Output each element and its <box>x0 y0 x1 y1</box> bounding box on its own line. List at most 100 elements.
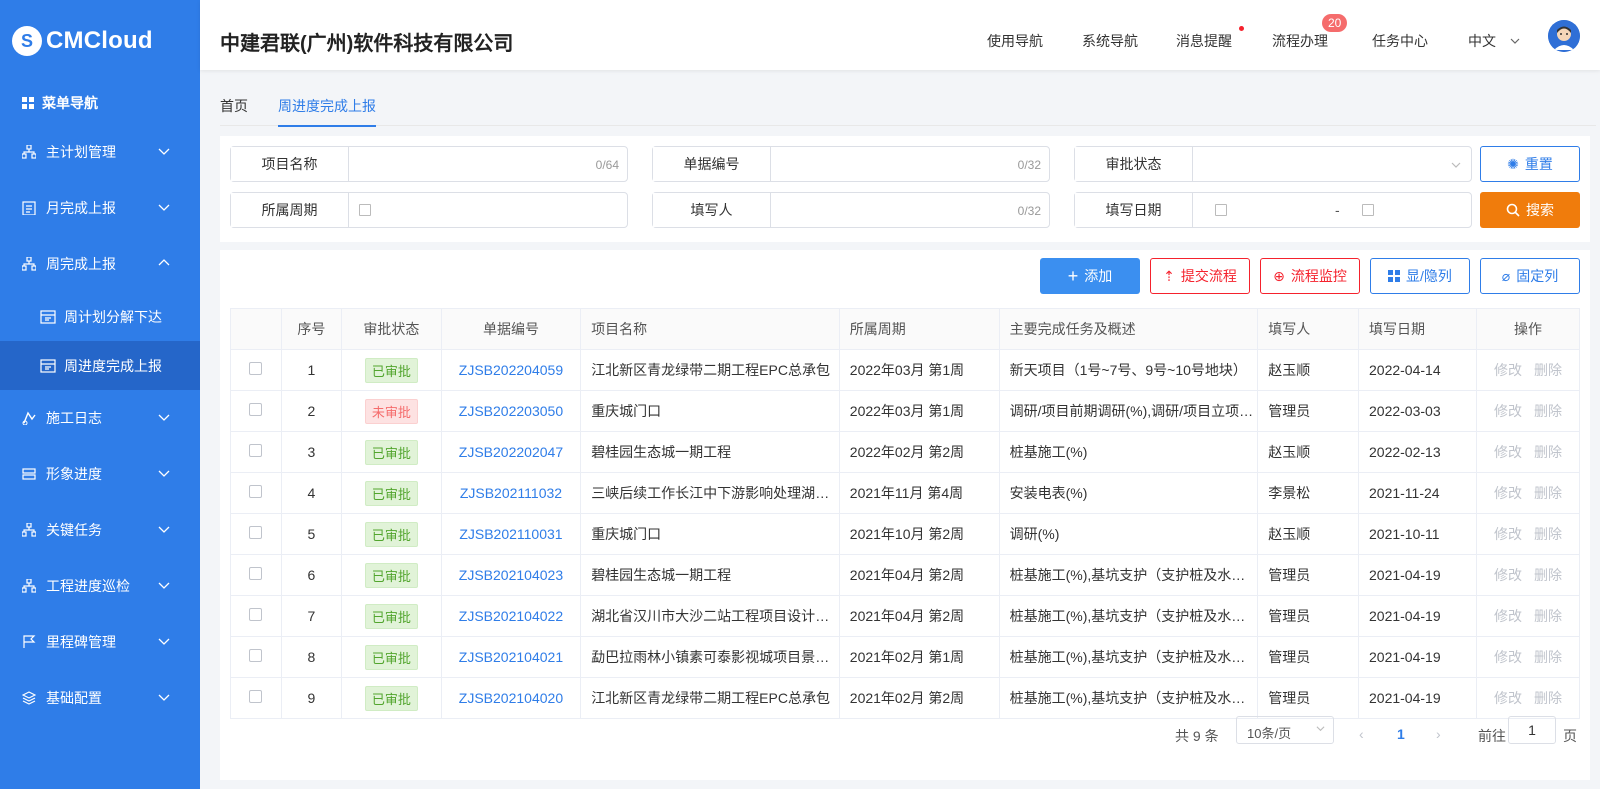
sidebar-item-2[interactable]: 周完成上报 <box>0 236 200 292</box>
doc-code-link[interactable]: ZJSB202104023 <box>459 567 563 583</box>
row-checkbox[interactable] <box>249 526 263 539</box>
sidebar-item-1[interactable]: 月完成上报 <box>0 180 200 236</box>
sidebar-item-4[interactable]: 形象进度 <box>0 446 200 502</box>
edit-button[interactable]: 修改 <box>1494 362 1522 378</box>
delete-button[interactable]: 删除 <box>1534 567 1562 583</box>
avatar-icon <box>1548 20 1580 52</box>
edit-button[interactable]: 修改 <box>1494 690 1522 706</box>
table-row[interactable]: 3 已审批 ZJSB202202047 碧桂园生态城一期工程 2022年02月 第2周桩… <box>230 431 1580 473</box>
doc-code-link[interactable]: ZJSB202104020 <box>459 690 563 706</box>
sidebar-item-7[interactable]: 里程碑管理 <box>0 614 200 670</box>
nav-message-alert[interactable]: 消息提醒 <box>1176 31 1232 51</box>
page-size-select[interactable]: 10条/页 <box>1236 716 1334 744</box>
process-monitor-button[interactable]: ⊕ 流程监控 <box>1260 258 1360 294</box>
sidebar-item-8[interactable]: 基础配置 <box>0 670 200 726</box>
doc-code-link[interactable]: ZJSB202204059 <box>459 362 563 378</box>
table-row[interactable]: 7已审批ZJSB202104022湖北省汉川市大沙二站工程项目设计施工总承包20… <box>230 595 1580 637</box>
row-task: 桩基施工(%),基坑支护（支护桩及水泥搅拌桩） <box>998 636 1259 678</box>
delete-button[interactable]: 删除 <box>1534 608 1562 624</box>
clipboard-icon <box>22 201 36 215</box>
doc-code-link[interactable]: ZJSB202202047 <box>459 444 563 460</box>
sidebar-subitem-1[interactable]: 周进度完成上报 <box>0 341 200 390</box>
col-period: 所属周期 <box>838 308 1000 350</box>
nav-usage-guide[interactable]: 使用导航 <box>987 31 1043 51</box>
page-1[interactable]: 1 <box>1397 726 1405 742</box>
row-project: 江北新区青龙绿带二期工程EPC总承包 <box>580 349 840 391</box>
row-no: 5 <box>280 513 342 555</box>
doc-code-link[interactable]: ZJSB202111032 <box>460 485 562 501</box>
row-checkbox[interactable] <box>249 649 263 662</box>
fixed-columns-button[interactable]: ⌀ 固定列 <box>1480 258 1580 294</box>
doc-code-link[interactable]: ZJSB202110031 <box>459 526 562 542</box>
nav-system-guide[interactable]: 系统导航 <box>1082 31 1138 51</box>
sidebar-item-0[interactable]: 主计划管理 <box>0 124 200 180</box>
delete-button[interactable]: 删除 <box>1534 690 1562 706</box>
doc-no-input[interactable]: 0/32 <box>771 147 1049 181</box>
calendar-icon <box>1215 204 1227 216</box>
row-checkbox[interactable] <box>249 567 263 580</box>
edit-button[interactable]: 修改 <box>1494 444 1522 460</box>
delete-button[interactable]: 删除 <box>1534 485 1562 501</box>
edit-button[interactable]: 修改 <box>1494 485 1522 501</box>
tab-weekly-report[interactable]: 周进度完成上报 <box>278 96 376 127</box>
row-task: 调研/项目前期调研(%),调研/项目立项(%) <box>998 390 1259 432</box>
row-checkbox[interactable] <box>249 403 263 416</box>
table-row[interactable]: 2 未审批 ZJSB202203050 重庆城门口 2022年03月 第1周 调研/项目前… <box>230 390 1580 432</box>
row-date: 2022-04-14 <box>1357 349 1478 391</box>
nav-task-center[interactable]: 任务中心 <box>1372 31 1428 51</box>
row-period: 2021年04月 第2周 <box>838 595 1000 637</box>
table-row[interactable]: 4 已审批 ZJSB202111032 三峡后续工作长江中下游影响处理湖北段 2021年… <box>230 472 1580 514</box>
next-page-icon[interactable]: › <box>1436 726 1441 742</box>
edit-button[interactable]: 修改 <box>1494 608 1522 624</box>
edit-button[interactable]: 修改 <box>1494 403 1522 419</box>
fill-date-range[interactable]: - <box>1193 193 1471 227</box>
submit-process-button[interactable]: ⇡ 提交流程 <box>1150 258 1250 294</box>
edit-button[interactable]: 修改 <box>1494 526 1522 542</box>
logo[interactable]: S CMCloud <box>0 0 200 82</box>
sidebar-subitem-0[interactable]: 周计划分解下达 <box>0 292 200 341</box>
sidebar-item-5[interactable]: 关键任务 <box>0 502 200 558</box>
reset-label: 重置 <box>1524 156 1553 172</box>
search-label: 搜索 <box>1526 202 1554 218</box>
delete-button[interactable]: 删除 <box>1534 526 1562 542</box>
sidebar-item-3[interactable]: 施工日志 <box>0 390 200 446</box>
language-select[interactable]: 中文 <box>1468 31 1520 51</box>
row-no: 2 <box>280 390 342 432</box>
row-checkbox[interactable] <box>249 444 263 457</box>
period-picker[interactable] <box>349 193 627 227</box>
edit-button[interactable]: 修改 <box>1494 649 1522 665</box>
row-checkbox[interactable] <box>249 690 263 703</box>
delete-button[interactable]: 删除 <box>1534 444 1562 460</box>
org-icon <box>22 579 36 593</box>
table-row[interactable]: 1 已审批 ZJSB202204059 江北新区青龙绿带二期工程EPC总承包 2022年… <box>230 349 1580 391</box>
row-checkbox[interactable] <box>249 608 263 621</box>
filler-input[interactable]: 0/32 <box>771 193 1049 227</box>
row-period: 2021年11月 第4周 <box>838 472 1000 514</box>
doc-code-link[interactable]: ZJSB202104021 <box>459 649 563 665</box>
sidebar-item-6[interactable]: 工程进度巡检 <box>0 558 200 614</box>
approval-status-select[interactable] <box>1193 147 1471 181</box>
goto-page-input[interactable]: 1 <box>1508 716 1556 744</box>
delete-button[interactable]: 删除 <box>1534 403 1562 419</box>
edit-button[interactable]: 修改 <box>1494 567 1522 583</box>
logo-text: CMCloud <box>46 27 153 54</box>
row-checkbox[interactable] <box>249 362 263 375</box>
table-row[interactable]: 8 已审批 ZJSB202104021 勐巴拉雨林小镇素可泰影视城项目景观工程 2021… <box>230 636 1580 678</box>
prev-page-icon[interactable]: ‹ <box>1359 726 1364 742</box>
user-avatar[interactable] <box>1548 20 1580 52</box>
project-name-input[interactable]: 0/64 <box>349 147 627 181</box>
row-checkbox[interactable] <box>249 485 263 498</box>
reset-button[interactable]: ✺ 重置 <box>1480 146 1580 182</box>
nav-process-handling[interactable]: 流程办理 <box>1272 31 1328 51</box>
tab-home[interactable]: 首页 <box>220 96 248 116</box>
doc-code-link[interactable]: ZJSB202104022 <box>459 608 563 624</box>
add-button[interactable]: + 添加 <box>1040 258 1140 294</box>
toggle-columns-button[interactable]: 显/隐列 <box>1370 258 1470 294</box>
delete-button[interactable]: 删除 <box>1534 649 1562 665</box>
doc-code-link[interactable]: ZJSB202203050 <box>459 403 563 419</box>
table-row[interactable]: 9 已审批 ZJSB202104020 江北新区青龙绿带二期工程EPC总承包 2021年… <box>230 677 1580 719</box>
table-row[interactable]: 6 已审批 ZJSB202104023 碧桂园生态城一期工程 2021年04月 第2周桩… <box>230 554 1580 596</box>
delete-button[interactable]: 删除 <box>1534 362 1562 378</box>
table-row[interactable]: 5 已审批 ZJSB202110031 重庆城门口 2021年10月 第2周 调研(%) 赵… <box>230 513 1580 555</box>
search-button[interactable]: 搜索 <box>1480 192 1580 228</box>
